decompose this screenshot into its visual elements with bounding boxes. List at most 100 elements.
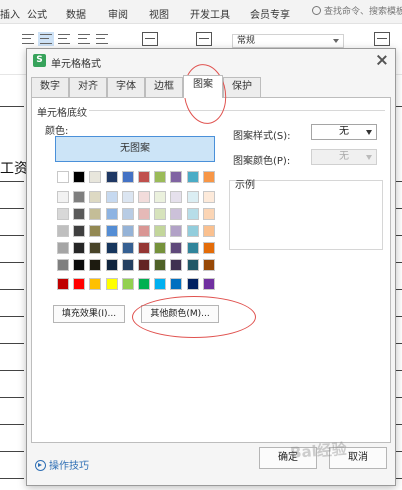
color-swatch[interactable] — [186, 278, 199, 290]
color-swatch[interactable] — [121, 242, 134, 254]
color-swatch[interactable] — [73, 208, 86, 220]
color-swatch[interactable] — [170, 225, 183, 237]
menu-review[interactable]: 审阅 — [108, 6, 128, 21]
color-swatch[interactable] — [105, 171, 118, 183]
color-swatch[interactable] — [154, 191, 167, 203]
color-swatch[interactable] — [73, 278, 86, 290]
no-pattern-button[interactable]: 无图案 — [55, 136, 215, 162]
menu-insert[interactable]: 插入 — [0, 6, 20, 21]
align-middle-icon[interactable] — [38, 32, 54, 46]
color-swatch[interactable] — [57, 191, 69, 203]
color-swatch[interactable] — [170, 278, 183, 290]
color-swatch[interactable] — [89, 259, 102, 271]
table-style-icon[interactable] — [374, 32, 390, 46]
align-top-icon[interactable] — [22, 34, 34, 44]
color-swatch[interactable] — [202, 242, 215, 254]
color-swatch[interactable] — [186, 171, 199, 183]
color-swatch[interactable] — [186, 225, 199, 237]
color-swatch[interactable] — [57, 225, 69, 237]
color-swatch[interactable] — [170, 242, 183, 254]
color-swatch[interactable] — [57, 171, 69, 183]
color-swatch[interactable] — [57, 242, 69, 254]
color-swatch[interactable] — [105, 242, 118, 254]
tab-protection[interactable]: 保护 — [223, 77, 261, 97]
more-colors-button[interactable]: 其他颜色(M)... — [141, 305, 219, 323]
color-swatch[interactable] — [138, 278, 150, 290]
tab-pattern[interactable]: 图案 — [183, 75, 223, 98]
align-bottom-icon[interactable] — [58, 34, 70, 44]
color-swatch[interactable] — [202, 191, 215, 203]
color-swatch[interactable] — [121, 278, 134, 290]
color-swatch[interactable] — [186, 259, 199, 271]
command-search[interactable]: 查找命令、搜索模板 — [312, 4, 402, 20]
menu-member[interactable]: 会员专享 — [250, 6, 290, 21]
color-swatch[interactable] — [202, 278, 215, 290]
dialog-titlebar[interactable]: S 单元格格式 — [27, 49, 395, 73]
color-swatch[interactable] — [121, 208, 134, 220]
tips-link[interactable]: 操作技巧 — [35, 457, 89, 472]
color-swatch[interactable] — [154, 225, 167, 237]
color-swatch[interactable] — [105, 259, 118, 271]
color-swatch[interactable] — [154, 242, 167, 254]
indent-decrease-icon[interactable] — [78, 34, 90, 44]
color-swatch[interactable] — [138, 208, 150, 220]
pattern-style-select[interactable]: 无 — [311, 124, 377, 140]
color-swatch[interactable] — [121, 259, 134, 271]
color-swatch[interactable] — [170, 171, 183, 183]
color-swatch[interactable] — [121, 191, 134, 203]
color-swatch[interactable] — [154, 278, 167, 290]
color-swatch[interactable] — [121, 225, 134, 237]
fill-effects-button[interactable]: 填充效果(I)... — [53, 305, 125, 323]
color-swatch[interactable] — [57, 208, 69, 220]
color-swatch[interactable] — [89, 242, 102, 254]
color-swatch[interactable] — [154, 208, 167, 220]
sheet-cell-text[interactable]: 工资 — [0, 158, 28, 178]
tab-font[interactable]: 字体 — [107, 77, 145, 97]
merge-cells-icon[interactable] — [142, 32, 158, 46]
color-swatch[interactable] — [138, 242, 150, 254]
color-swatch[interactable] — [73, 242, 86, 254]
color-swatch[interactable] — [170, 208, 183, 220]
color-swatch[interactable] — [105, 208, 118, 220]
wrap-text-icon[interactable] — [196, 32, 212, 46]
color-swatch[interactable] — [154, 259, 167, 271]
color-swatch[interactable] — [105, 191, 118, 203]
tab-alignment[interactable]: 对齐 — [69, 77, 107, 97]
tab-border[interactable]: 边框 — [145, 77, 183, 97]
number-format-select[interactable]: 常规 — [232, 34, 344, 48]
color-swatch[interactable] — [57, 278, 69, 290]
color-swatch[interactable] — [73, 171, 86, 183]
color-swatch[interactable] — [170, 259, 183, 271]
close-icon[interactable] — [375, 53, 389, 67]
color-swatch[interactable] — [138, 225, 150, 237]
color-swatch[interactable] — [186, 208, 199, 220]
color-swatch[interactable] — [73, 191, 86, 203]
color-swatch[interactable] — [138, 171, 150, 183]
color-swatch[interactable] — [73, 259, 86, 271]
menu-developer[interactable]: 开发工具 — [190, 6, 230, 21]
color-swatch[interactable] — [202, 171, 215, 183]
color-swatch[interactable] — [105, 225, 118, 237]
menu-data[interactable]: 数据 — [66, 6, 86, 21]
color-swatch[interactable] — [154, 171, 167, 183]
color-swatch[interactable] — [170, 191, 183, 203]
color-swatch[interactable] — [186, 191, 199, 203]
color-swatch[interactable] — [105, 278, 118, 290]
color-swatch[interactable] — [202, 225, 215, 237]
menu-formulas[interactable]: 公式 — [27, 6, 47, 21]
color-swatch[interactable] — [89, 191, 102, 203]
color-swatch[interactable] — [89, 208, 102, 220]
color-swatch[interactable] — [202, 259, 215, 271]
color-swatch[interactable] — [89, 225, 102, 237]
color-swatch[interactable] — [89, 171, 102, 183]
color-swatch[interactable] — [202, 208, 215, 220]
color-swatch[interactable] — [73, 225, 86, 237]
color-swatch[interactable] — [57, 259, 69, 271]
tab-number[interactable]: 数字 — [31, 77, 69, 97]
color-swatch[interactable] — [138, 259, 150, 271]
color-swatch[interactable] — [89, 278, 102, 290]
menu-view[interactable]: 视图 — [149, 6, 169, 21]
color-swatch[interactable] — [121, 171, 134, 183]
indent-increase-icon[interactable] — [96, 34, 108, 44]
color-swatch[interactable] — [138, 191, 150, 203]
